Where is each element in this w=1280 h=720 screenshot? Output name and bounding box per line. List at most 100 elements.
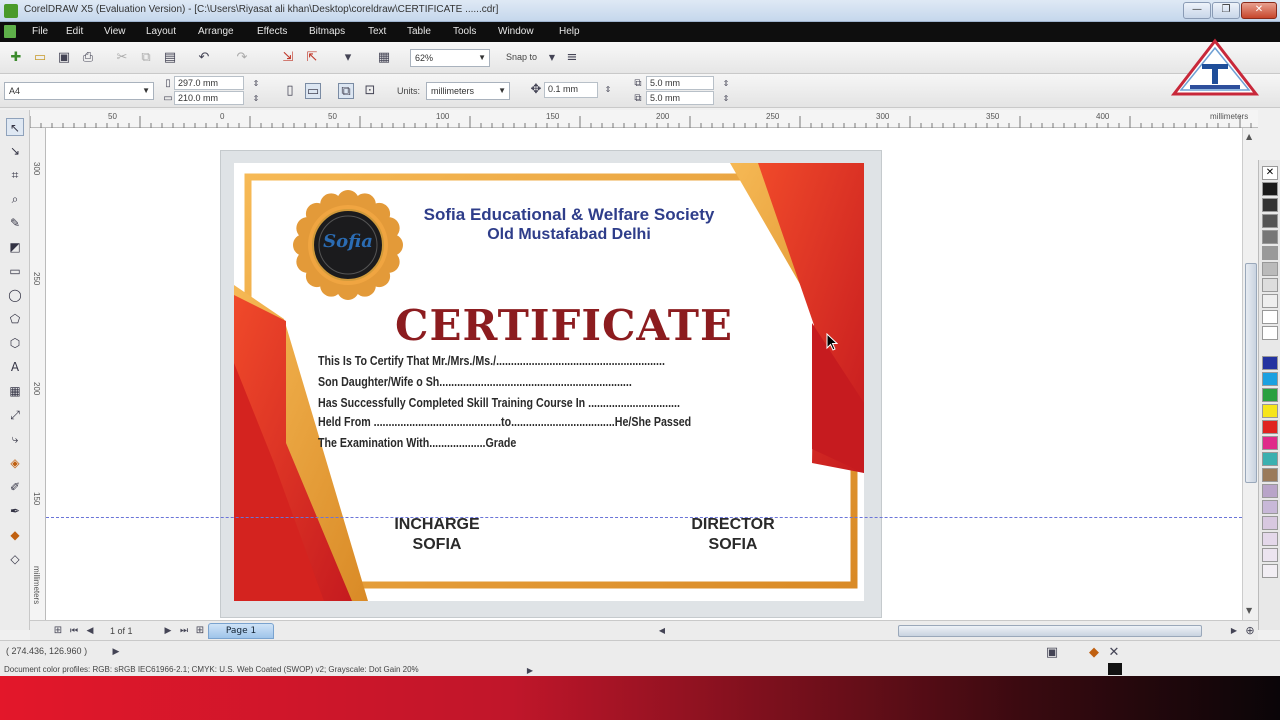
- menu-tools[interactable]: Tools: [453, 26, 476, 37]
- menu-window[interactable]: Window: [498, 26, 534, 37]
- eyedropper-tool-icon[interactable]: ✐: [6, 478, 24, 496]
- cut-icon[interactable]: ✂: [114, 50, 130, 66]
- crop-tool-icon[interactable]: ⌗: [6, 166, 24, 184]
- zoom-navigator-icon[interactable]: ⊕: [1242, 623, 1258, 639]
- color-swatch[interactable]: [1262, 230, 1278, 244]
- menu-file[interactable]: File: [32, 26, 48, 37]
- menu-bitmaps[interactable]: Bitmaps: [309, 26, 345, 37]
- color-swatch[interactable]: [1262, 372, 1278, 386]
- horizontal-guideline[interactable]: [46, 517, 1242, 518]
- color-swatch[interactable]: [1262, 420, 1278, 434]
- restore-button[interactable]: ❐: [1212, 2, 1240, 19]
- shape-tool-icon[interactable]: ↘: [6, 142, 24, 160]
- vertical-scrollbar[interactable]: ▲ ▼: [1242, 128, 1258, 620]
- last-page-icon[interactable]: ⏭: [176, 623, 192, 639]
- color-swatch[interactable]: [1262, 500, 1278, 514]
- page-size-dropdown[interactable]: A4 ▼: [4, 82, 154, 100]
- color-swatch[interactable]: [1262, 516, 1278, 530]
- blend-tool-icon[interactable]: ◈: [6, 454, 24, 472]
- nudge-spin-icon[interactable]: ⇕: [600, 82, 616, 98]
- interactive-fill-icon[interactable]: ◇: [6, 550, 24, 568]
- smart-fill-icon[interactable]: ◩: [6, 238, 24, 256]
- menu-text[interactable]: Text: [368, 26, 386, 37]
- no-color-swatch[interactable]: ✕: [1262, 166, 1278, 180]
- welcome-screen-icon[interactable]: ▦: [376, 50, 392, 66]
- color-swatch[interactable]: [1262, 404, 1278, 418]
- current-page-icon[interactable]: ⊡: [362, 83, 378, 99]
- menu-view[interactable]: View: [104, 26, 126, 37]
- color-swatch[interactable]: [1262, 532, 1278, 546]
- color-swatch[interactable]: [1262, 278, 1278, 292]
- fill-indicator-icon[interactable]: ◆: [1086, 645, 1102, 661]
- color-swatch[interactable]: [1262, 356, 1278, 370]
- horizontal-ruler[interactable]: 50 0 50 100 150 200 250 300 350 400 mill…: [30, 110, 1258, 128]
- print-icon[interactable]: ⎙: [80, 50, 96, 66]
- page-1-tab[interactable]: Page 1: [208, 623, 274, 639]
- copy-icon[interactable]: ⧉: [138, 50, 154, 66]
- menu-effects[interactable]: Effects: [257, 26, 287, 37]
- menu-arrange[interactable]: Arrange: [198, 26, 234, 37]
- color-swatch[interactable]: [1262, 310, 1278, 324]
- color-swatch[interactable]: [1262, 182, 1278, 196]
- outline-indicator-icon[interactable]: ✕: [1106, 645, 1122, 661]
- units-dropdown[interactable]: millimeters ▼: [426, 82, 510, 100]
- color-swatch[interactable]: [1262, 246, 1278, 260]
- vertical-ruler[interactable]: 300 250 200 150 millimeters: [30, 128, 46, 620]
- save-icon[interactable]: ▣: [56, 50, 72, 66]
- dup-y-spin-icon[interactable]: ⇕: [718, 91, 734, 107]
- paste-icon[interactable]: ▤: [162, 50, 178, 66]
- color-swatch[interactable]: [1262, 468, 1278, 482]
- menu-edit[interactable]: Edit: [66, 26, 83, 37]
- color-swatch[interactable]: [1262, 388, 1278, 402]
- basic-shapes-icon[interactable]: ⬡: [6, 334, 24, 352]
- color-swatch[interactable]: [1262, 564, 1278, 578]
- scroll-up-icon[interactable]: ▲: [1246, 132, 1252, 141]
- freehand-tool-icon[interactable]: ✎: [6, 214, 24, 232]
- connector-tool-icon[interactable]: ⤷: [6, 430, 24, 448]
- horizontal-scrollbar-thumb[interactable]: [898, 625, 1202, 637]
- snap-to-button[interactable]: Snap to: [506, 52, 537, 62]
- width-spin-icon[interactable]: ⇕: [248, 76, 264, 92]
- color-swatch[interactable]: [1262, 326, 1278, 340]
- import-icon[interactable]: ⇲: [280, 50, 296, 66]
- rectangle-tool-icon[interactable]: ▭: [6, 262, 24, 280]
- color-swatch[interactable]: [1262, 452, 1278, 466]
- next-page-icon[interactable]: ▶: [160, 623, 176, 639]
- menu-help[interactable]: Help: [559, 26, 580, 37]
- color-swatch[interactable]: [1262, 548, 1278, 562]
- scrollbar-thumb[interactable]: [1245, 263, 1257, 483]
- height-spin-icon[interactable]: ⇕: [248, 91, 264, 107]
- menu-layout[interactable]: Layout: [146, 26, 176, 37]
- minimize-button[interactable]: —: [1183, 2, 1211, 19]
- portrait-icon[interactable]: ▯: [282, 83, 298, 99]
- dimension-tool-icon[interactable]: ⤢: [6, 406, 24, 424]
- duplicate-distance-x-field[interactable]: 5.0 mm: [646, 76, 714, 90]
- page-height-field[interactable]: 210.0 mm: [174, 91, 244, 105]
- text-tool-icon[interactable]: A: [6, 358, 24, 376]
- application-launcher-icon[interactable]: ▾: [340, 50, 356, 66]
- outline-tool-icon[interactable]: ✒: [6, 502, 24, 520]
- ellipse-tool-icon[interactable]: ◯: [6, 286, 24, 304]
- fill-tool-icon[interactable]: ◆: [6, 526, 24, 544]
- prev-page-icon[interactable]: ◀: [82, 623, 98, 639]
- zoom-levels-dropdown[interactable]: 62% ▼: [410, 49, 490, 67]
- table-tool-icon[interactable]: ▦: [6, 382, 24, 400]
- landscape-icon[interactable]: ▭: [305, 83, 321, 99]
- undo-icon[interactable]: ↶: [196, 50, 212, 66]
- color-proof-icon[interactable]: ▣: [1044, 645, 1060, 661]
- new-document-icon[interactable]: ✚: [8, 50, 24, 66]
- options-icon[interactable]: ≡: [564, 50, 580, 66]
- color-swatch[interactable]: [1262, 198, 1278, 212]
- color-swatch[interactable]: [1262, 214, 1278, 228]
- add-page-icon[interactable]: ⊞: [50, 623, 66, 639]
- color-swatch[interactable]: [1262, 484, 1278, 498]
- first-page-icon[interactable]: ⏮: [66, 623, 82, 639]
- zoom-tool-icon[interactable]: ⌕: [6, 190, 24, 208]
- all-pages-icon[interactable]: ⧉: [338, 83, 354, 99]
- status-arrow-icon[interactable]: ▶: [108, 644, 124, 660]
- hscroll-right-icon[interactable]: ▶: [1226, 623, 1242, 639]
- menu-table[interactable]: Table: [407, 26, 431, 37]
- page-width-field[interactable]: 297.0 mm: [174, 76, 244, 90]
- color-swatch[interactable]: [1262, 294, 1278, 308]
- nudge-distance-field[interactable]: 0.1 mm: [544, 82, 598, 98]
